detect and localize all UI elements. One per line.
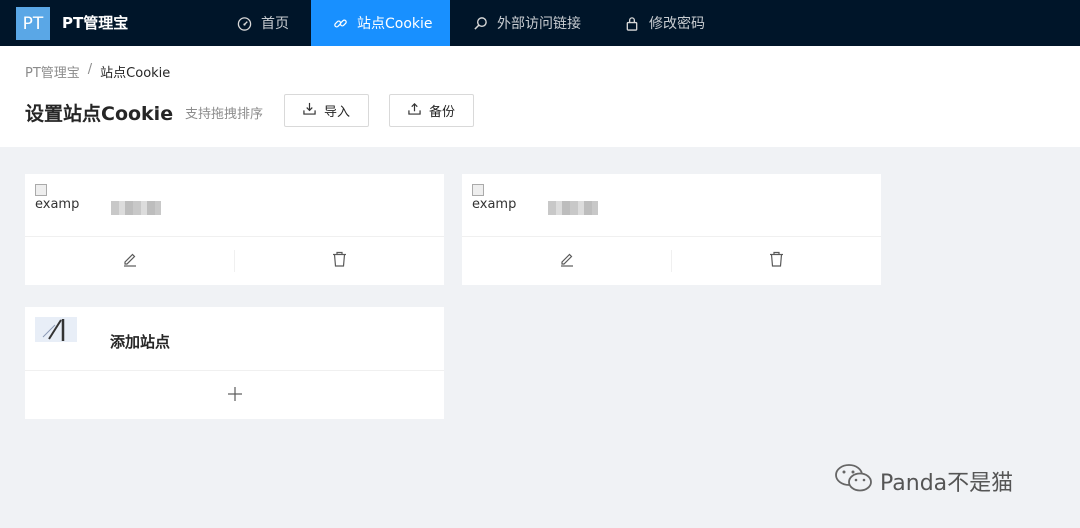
page-title: 设置站点Cookie — [25, 103, 174, 125]
nav-item-label: 首页 — [261, 16, 289, 32]
watermark: Panda不是猫 — [834, 462, 1013, 500]
trash-icon — [769, 251, 784, 271]
site-name-redacted — [111, 201, 161, 215]
site-name-redacted — [548, 201, 598, 215]
backup-button-label: 备份 — [428, 105, 455, 120]
breadcrumb-root[interactable]: PT管理宝 — [25, 62, 80, 81]
card-actions — [25, 370, 444, 419]
edit-button[interactable] — [462, 237, 671, 285]
edit-icon — [559, 251, 575, 271]
wechat-icon — [834, 462, 874, 500]
site-image: examp — [472, 184, 522, 224]
delete-button[interactable] — [235, 237, 444, 285]
lock-icon — [624, 15, 640, 31]
breadcrumb: PT管理宝 / 站点Cookie — [25, 62, 170, 81]
watermark-text: Panda不是猫 — [880, 471, 1014, 496]
top-navbar: PT PT管理宝 首页 站点Cookie 外部访问链接 修改密码 — [0, 0, 1080, 46]
delete-button[interactable] — [672, 237, 881, 285]
dashboard-icon — [236, 15, 252, 31]
trash-icon — [332, 251, 347, 271]
import-button[interactable]: 导入 — [284, 94, 369, 127]
add-site-title: 添加站点 — [110, 333, 171, 351]
nav-item-label: 外部访问链接 — [497, 16, 581, 32]
site-card[interactable]: examp — [462, 174, 881, 285]
app-title[interactable]: PT管理宝 — [62, 12, 128, 33]
site-image-alt: examp — [35, 197, 80, 212]
page-subtitle: 支持拖拽排序 — [185, 107, 264, 122]
page-header: PT管理宝 / 站点Cookie 设置站点Cookie 支持拖拽排序 导入 备份 — [0, 46, 1080, 147]
edit-icon — [122, 251, 138, 271]
download-icon — [303, 102, 316, 119]
add-site-thumbnail — [35, 317, 77, 342]
app-logo[interactable]: PT — [16, 7, 50, 40]
nav-item-change-password[interactable]: 修改密码 — [624, 0, 705, 46]
card-actions — [25, 236, 444, 285]
edit-button[interactable] — [25, 237, 234, 285]
broken-image-icon — [35, 184, 47, 196]
nav-item-external-links[interactable]: 外部访问链接 — [472, 0, 581, 46]
breadcrumb-current: 站点Cookie — [100, 66, 171, 81]
site-image: examp — [35, 184, 85, 224]
site-card[interactable]: examp — [25, 174, 444, 285]
broken-image-icon — [472, 184, 484, 196]
card-actions — [462, 236, 881, 285]
nav-item-site-cookie[interactable]: 站点Cookie — [311, 0, 450, 46]
nav-item-home[interactable]: 首页 — [236, 0, 289, 46]
search-icon — [472, 15, 488, 31]
plus-icon — [227, 386, 242, 405]
breadcrumb-separator: / — [87, 62, 93, 77]
backup-button[interactable]: 备份 — [389, 94, 474, 127]
add-site-button[interactable] — [25, 371, 444, 419]
import-button-label: 导入 — [323, 105, 350, 120]
upload-icon — [408, 102, 421, 119]
nav-item-label: 站点Cookie — [357, 16, 433, 32]
site-image-alt: examp — [472, 197, 517, 212]
add-site-card[interactable]: 添加站点 — [25, 307, 444, 419]
link-icon — [332, 15, 348, 31]
nav-item-label: 修改密码 — [649, 16, 705, 32]
